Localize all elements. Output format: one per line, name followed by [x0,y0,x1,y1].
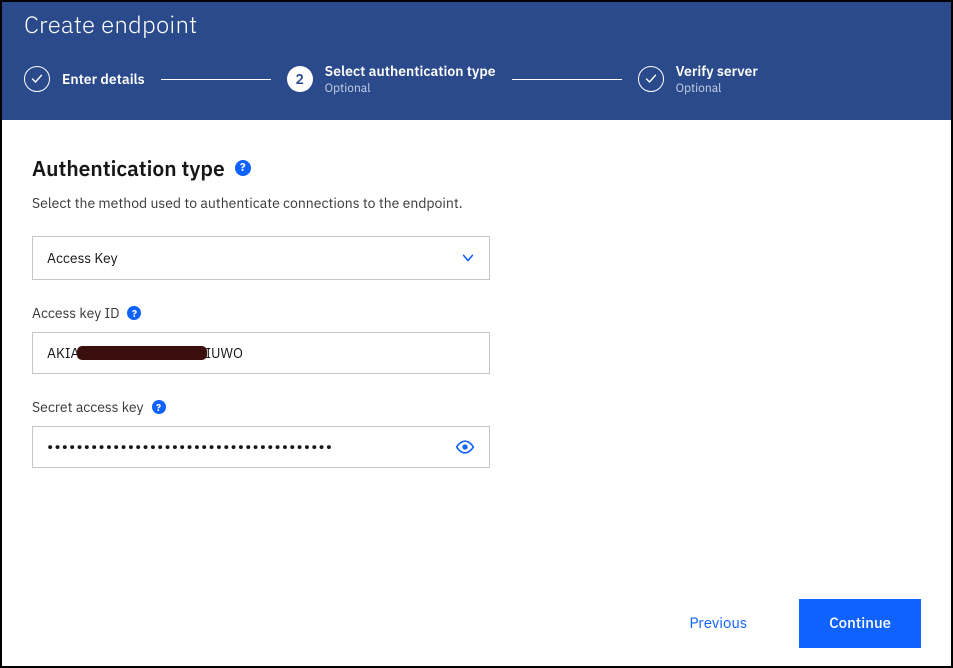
check-icon [24,66,50,92]
value-suffix: IUWO [205,344,242,362]
step-label: Select authentication type [325,62,496,80]
progress-stepper: Enter details 2 Select authentication ty… [24,62,929,96]
field-label: Secret access key [32,398,144,416]
section-title: Authentication type [32,154,225,182]
step-number: 2 [295,70,303,88]
select-value: Access Key [47,249,461,267]
redaction-bar [77,346,207,360]
eye-icon [455,437,475,457]
step-sublabel: Optional [325,81,496,96]
step-verify-server[interactable]: Verify server Optional [638,62,758,96]
previous-button[interactable]: Previous [681,602,755,645]
wizard-footer: Previous Continue [2,581,951,666]
section-description: Select the method used to authenticate c… [32,194,921,212]
auth-type-select[interactable]: Access Key [32,236,490,280]
help-icon[interactable]: ? [127,306,141,320]
step-number-icon: 2 [287,66,313,92]
check-icon [638,66,664,92]
field-label: Access key ID [32,304,119,322]
secret-access-key-field: Secret access key ? ••••••••••••••••••••… [32,398,490,468]
access-key-id-input[interactable]: AKIA IUWO [32,332,490,374]
secret-access-key-input[interactable]: ••••••••••••••••••••••••••••••••••••••• [32,426,490,468]
chevron-down-icon [461,251,475,265]
auth-type-field: Access Key [32,236,490,280]
masked-value: ••••••••••••••••••••••••••••••••••••••• [47,437,475,457]
wizard-header: Create endpoint Enter details 2 Select a… [2,2,951,120]
step-label: Verify server [676,62,758,80]
step-connector [161,79,271,80]
value-prefix: AKIA [47,344,79,362]
redacted-value: AKIA IUWO [47,344,475,362]
help-icon[interactable]: ? [235,160,251,176]
step-enter-details[interactable]: Enter details [24,66,145,92]
help-icon[interactable]: ? [152,400,166,414]
continue-button[interactable]: Continue [799,599,921,648]
step-select-auth-type[interactable]: 2 Select authentication type Optional [287,62,496,96]
access-key-id-field: Access key ID ? AKIA IUWO [32,304,490,374]
step-label: Enter details [62,70,145,88]
section-header: Authentication type ? [32,154,921,182]
page-title: Create endpoint [24,8,929,40]
step-sublabel: Optional [676,81,758,96]
step-connector [512,79,622,80]
form-content: Authentication type ? Select the method … [2,120,951,581]
toggle-visibility-button[interactable] [451,433,479,461]
